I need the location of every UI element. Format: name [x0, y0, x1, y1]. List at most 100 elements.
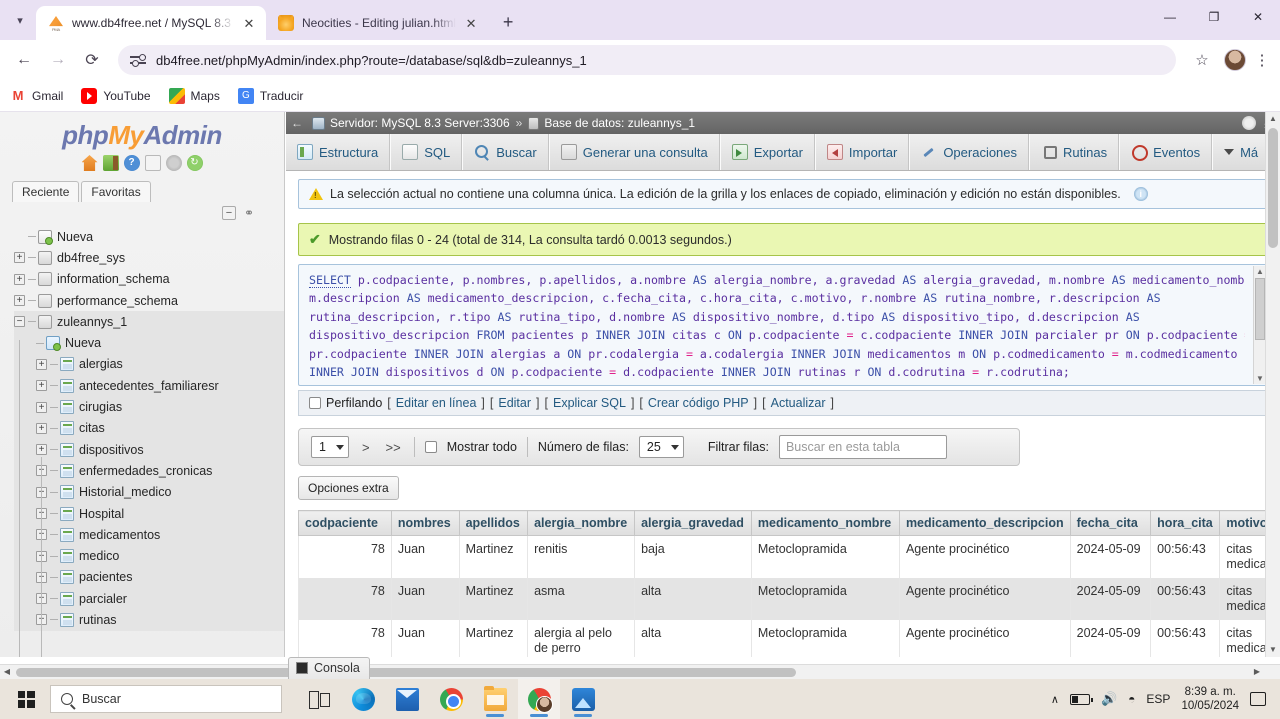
tree-item-historial-medico[interactable]: + Historial_medico [14, 481, 284, 503]
reload-icon[interactable]: ⟳ [76, 44, 108, 76]
windows-start-icon[interactable] [4, 679, 48, 719]
tree-item-antecedentes-familiaresr[interactable]: + antecedentes_familiaresr [14, 375, 284, 397]
profiling-checkbox[interactable] [309, 397, 321, 410]
expand-icon[interactable]: + [14, 252, 25, 264]
logout-icon[interactable] [102, 155, 119, 171]
docs-icon[interactable] [144, 155, 161, 171]
phpmyadmin-logo[interactable]: phpMyAdmin [0, 112, 284, 151]
tree-item-db4free-sys[interactable]: + db4free_sys [14, 247, 284, 268]
tab-favoritas[interactable]: Favoritas [81, 181, 151, 202]
scroll-thumb[interactable] [1268, 128, 1278, 248]
column-header-alergia-gravedad[interactable]: alergia_gravedad [634, 510, 752, 537]
wifi-icon[interactable]: ◓ [1128, 692, 1135, 706]
home-icon[interactable] [81, 155, 98, 171]
scroll-down-icon[interactable]: ▼ [1266, 643, 1280, 657]
taskbar-app-photos[interactable] [562, 679, 604, 719]
expand-icon[interactable]: + [36, 401, 47, 413]
scroll-thumb[interactable] [16, 668, 796, 677]
tree-item-citas[interactable]: + citas [14, 417, 284, 439]
tree-item-enfermedades-cronicas[interactable]: + enfermedades_cronicas [14, 460, 284, 482]
task-view-button[interactable] [298, 679, 340, 719]
tab-rutinas[interactable]: Rutinas [1029, 134, 1120, 170]
show-all-checkbox[interactable] [424, 441, 437, 454]
tree-item-medicamentos[interactable]: + medicamentos [14, 524, 284, 546]
tree-item-parcialer[interactable]: + parcialer [14, 588, 284, 610]
breadcrumb-database[interactable]: Base de datos: zuleannys_1 [544, 116, 695, 130]
browser-tab-1[interactable]: Neocities - Editing julian.html ✕ [266, 6, 488, 40]
tab-generar-consulta[interactable]: Generar una consulta [548, 134, 720, 170]
table-row[interactable]: 78 Juan Martinez renitis baja Metoclopra… [298, 535, 1280, 579]
expand-icon[interactable]: + [36, 358, 47, 370]
collapse-icon[interactable]: − [14, 316, 25, 328]
column-header-nombres[interactable]: nombres [390, 510, 460, 537]
scroll-left-icon[interactable]: ◀ [0, 665, 14, 679]
browser-tab-0[interactable]: www.db4free.net / MySQL 8.3 S ✕ [36, 6, 266, 40]
taskbar-app-edge[interactable] [342, 679, 384, 719]
link-editar-en-linea[interactable]: Editar en línea [396, 396, 477, 410]
tree-item-zuleannys-1[interactable]: − zuleannys_1 [14, 311, 284, 333]
tab-importar[interactable]: Importar [814, 134, 910, 170]
browser-menu-icon[interactable]: ⋮ [1252, 51, 1272, 69]
tree-item-cirugias[interactable]: + cirugias [14, 396, 284, 418]
link-editar[interactable]: Editar [498, 396, 531, 410]
expand-icon[interactable]: + [36, 444, 47, 456]
scroll-up-icon[interactable]: ▲ [1266, 112, 1280, 126]
tab-mas[interactable]: Má [1212, 134, 1269, 170]
info-icon[interactable]: i [1133, 187, 1148, 201]
page-vertical-scrollbar[interactable]: ▲ ▼ [1265, 112, 1280, 657]
bookmark-gmail[interactable]: Gmail [10, 87, 63, 104]
minimize-icon[interactable]: — [1148, 0, 1192, 34]
notification-icon[interactable] [1250, 692, 1266, 706]
new-tab-button[interactable]: + [494, 8, 522, 36]
settings-icon[interactable] [1242, 116, 1257, 130]
profile-avatar[interactable] [1224, 49, 1246, 71]
link-crear-codigo-php[interactable]: Crear código PHP [648, 396, 749, 410]
column-header-codpaciente[interactable]: codpaciente [298, 510, 392, 537]
bookmark-maps[interactable]: Maps [168, 87, 220, 104]
maximize-icon[interactable]: ❐ [1192, 0, 1236, 34]
address-bar[interactable]: db4free.net/phpMyAdmin/index.php?route=/… [118, 45, 1176, 75]
expand-icon[interactable]: + [14, 273, 25, 285]
tab-buscar[interactable]: Buscar [462, 134, 549, 170]
column-header-alergia-nombre[interactable]: alergia_nombre [527, 510, 636, 537]
forward-icon[interactable]: → [42, 44, 74, 76]
page-horizontal-scrollbar[interactable]: ◀ ▶ [0, 664, 1280, 679]
tab-search-button[interactable]: ▾ [4, 0, 36, 40]
table-row[interactable]: 78 Juan Martinez alergia al pelo de perr… [298, 620, 1280, 657]
column-header-hora-cita[interactable]: hora_cita [1150, 510, 1221, 537]
link-explicar-sql[interactable]: Explicar SQL [553, 396, 626, 410]
volume-icon[interactable]: 🔊 [1101, 691, 1117, 707]
tree-item-pacientes[interactable]: + pacientes [14, 566, 284, 589]
column-header-fecha-cita[interactable]: fecha_cita [1069, 510, 1152, 537]
taskbar-app-chrome[interactable] [430, 679, 472, 719]
tree-item-alergias[interactable]: + alergias [14, 353, 284, 376]
language-indicator[interactable]: ESP [1146, 692, 1170, 706]
tree-item-medico[interactable]: + medico [14, 545, 284, 567]
taskbar-app-file-explorer[interactable] [474, 679, 516, 719]
tree-item-nueva-db[interactable]: Nueva [14, 226, 284, 247]
back-icon[interactable]: ← [288, 116, 306, 130]
help-icon[interactable]: ? [123, 155, 140, 171]
site-settings-icon[interactable] [130, 52, 146, 68]
next-page-button[interactable]: > [359, 440, 373, 455]
scroll-right-icon[interactable]: ▶ [1250, 665, 1264, 679]
battery-icon[interactable] [1069, 693, 1093, 705]
tree-item-performance-schema[interactable]: + performance_schema [14, 290, 284, 311]
tab-estructura[interactable]: Estructura [286, 134, 391, 170]
filter-rows-input[interactable]: Buscar en esta tabla [778, 435, 947, 460]
tree-item-rutinas[interactable]: + rutinas [14, 609, 284, 631]
tree-item-nueva-table[interactable]: Nueva [14, 332, 284, 354]
collapse-all-button[interactable]: − [221, 206, 236, 220]
tab-exportar[interactable]: Exportar [719, 134, 815, 170]
column-header-medicamento-descripcion[interactable]: medicamento_descripcion [898, 510, 1071, 537]
page-select[interactable]: 1 [311, 436, 349, 459]
link-actualizar[interactable]: Actualizar [771, 396, 826, 410]
scroll-thumb[interactable] [1255, 278, 1265, 340]
tab-sql[interactable]: SQL [390, 134, 463, 170]
close-window-icon[interactable]: ✕ [1236, 0, 1280, 34]
settings-icon[interactable] [165, 155, 182, 171]
taskbar-app-chrome-profile[interactable] [518, 679, 560, 719]
tab-reciente[interactable]: Reciente [12, 181, 80, 202]
tree-item-information-schema[interactable]: + information_schema [14, 269, 284, 290]
link-with-main-panel-icon[interactable]: ⚭ [244, 206, 254, 220]
